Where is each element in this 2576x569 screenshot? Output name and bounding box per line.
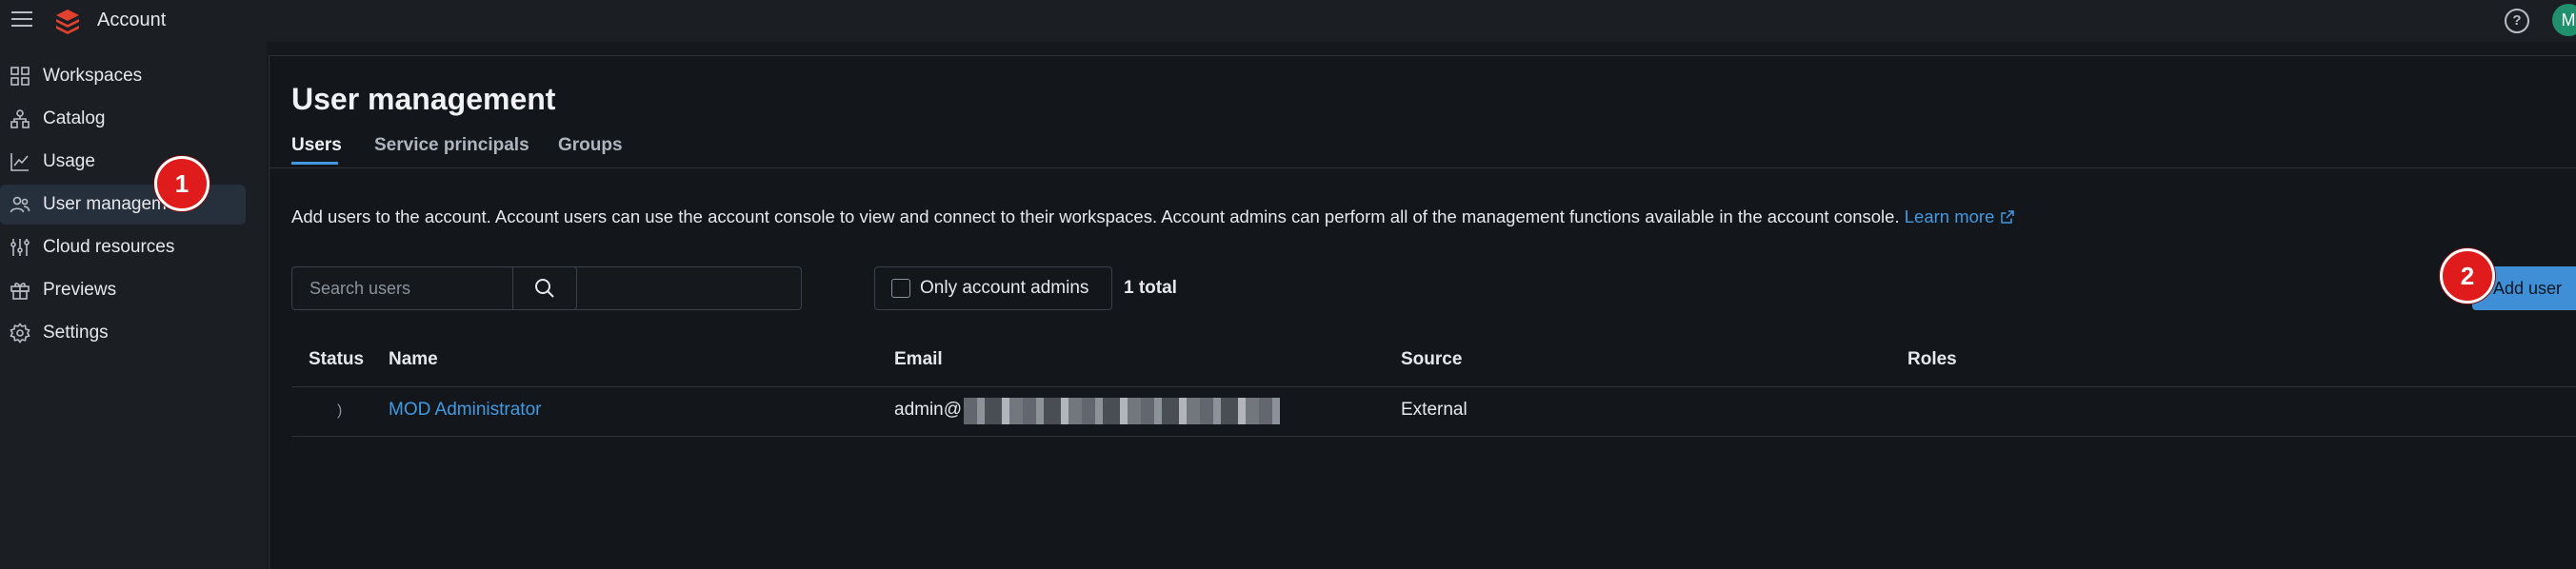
workspaces-icon (9, 65, 31, 88)
callout-badge-1: 1 (154, 156, 210, 211)
tab-service-principals[interactable]: Service principals (374, 135, 529, 156)
page-description: Add users to the account. Account users … (291, 206, 2015, 227)
databricks-logo-icon[interactable] (53, 7, 82, 35)
catalog-icon (9, 108, 31, 130)
sidebar-item-label: Previews (43, 280, 117, 300)
menu-icon[interactable] (11, 11, 32, 29)
tab-users[interactable]: Users (291, 135, 342, 156)
sidebar-item-previews[interactable]: Previews (0, 270, 246, 310)
description-text: Add users to the account. Account users … (291, 206, 1900, 226)
row-divider (291, 436, 2576, 437)
user-source: External (1401, 400, 1468, 420)
gear-icon (9, 322, 31, 344)
sidebar-item-cloud-resources[interactable]: Cloud resources (0, 227, 246, 267)
sidebar-item-label: Usage (43, 151, 95, 171)
column-header-email[interactable]: Email (894, 349, 943, 370)
column-header-roles[interactable]: Roles (1907, 349, 1957, 370)
total-count: 1 total (1124, 278, 1177, 298)
only-account-admins-filter[interactable]: Only account admins (874, 266, 1112, 310)
sidebar-item-settings[interactable]: Settings (0, 313, 246, 353)
sidebar-item-label: Cloud resources (43, 237, 175, 257)
user-email: admin@ (894, 400, 963, 420)
tab-groups[interactable]: Groups (558, 135, 623, 156)
search-button[interactable] (512, 266, 577, 310)
sidebar-item-usage[interactable]: Usage (0, 142, 246, 182)
sidebar-item-label: Workspaces (43, 66, 143, 86)
top-bar: Account ? M (0, 0, 2576, 42)
main-panel (269, 55, 2576, 569)
learn-more-link[interactable]: Learn more (1905, 206, 2015, 226)
redacted-email-domain (964, 398, 1280, 424)
column-header-source[interactable]: Source (1401, 349, 1462, 370)
user-name-link[interactable]: MOD Administrator (389, 400, 541, 421)
search-icon (535, 279, 554, 298)
app-title: Account (97, 10, 167, 30)
page-title: User management (291, 82, 556, 116)
external-link-icon (2000, 210, 2014, 224)
table-header-divider (291, 386, 2576, 387)
only-account-admins-checkbox[interactable] (891, 279, 910, 298)
tabs-divider (269, 167, 2576, 168)
filter-label: Only account admins (920, 278, 1089, 298)
usage-chart-icon (9, 150, 31, 173)
sidebar-item-label: Catalog (43, 108, 106, 128)
column-header-status[interactable]: Status (309, 349, 364, 370)
sidebar-item-user-management[interactable]: User management (0, 185, 246, 225)
sidebar-item-workspaces[interactable]: Workspaces (0, 56, 246, 96)
help-icon[interactable]: ? (2505, 9, 2529, 33)
users-icon (9, 193, 31, 216)
gift-icon (9, 279, 31, 302)
active-tab-indicator (291, 162, 338, 165)
cloud-resources-icon (9, 236, 31, 259)
sidebar-item-label: Settings (43, 323, 109, 343)
avatar[interactable]: M (2552, 4, 2576, 36)
column-header-name[interactable]: Name (389, 349, 438, 370)
status-indicator: ) (337, 402, 343, 419)
callout-badge-2: 2 (2440, 248, 2495, 304)
sidebar-item-catalog[interactable]: Catalog (0, 99, 246, 139)
